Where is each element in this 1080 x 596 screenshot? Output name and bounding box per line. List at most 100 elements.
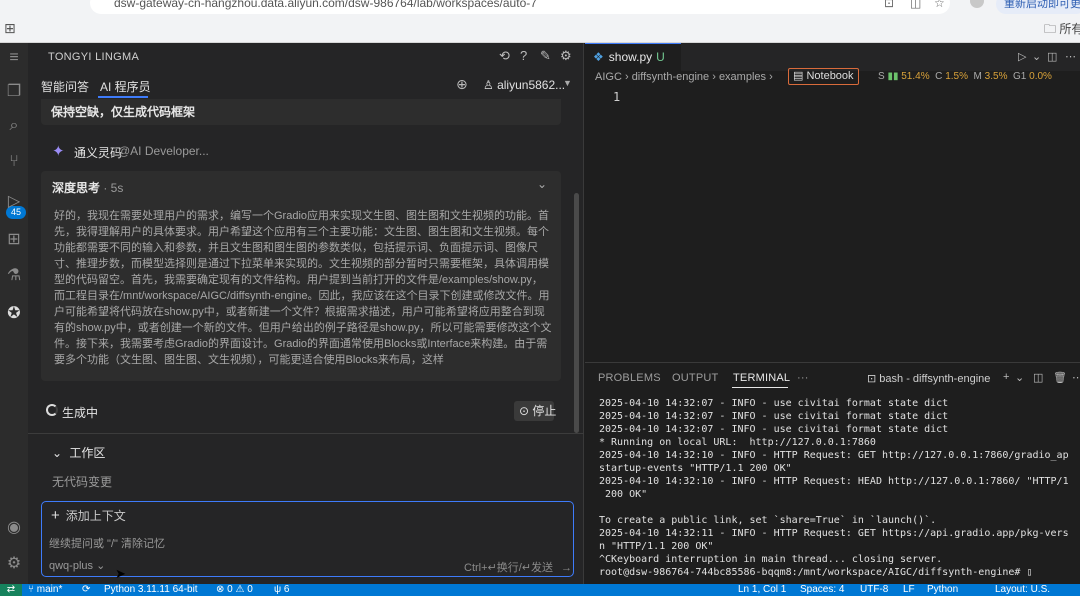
apps-grid-icon[interactable]: ⊞ [4,20,16,37]
settings-gear-icon[interactable]: ⚙ [0,553,28,573]
indentation[interactable]: Spaces: 4 [800,584,844,596]
add-context-button[interactable]: + 添加上下文 [51,507,126,524]
mouse-cursor-icon: ➤ [115,566,126,581]
run-icon[interactable]: ▷ [1018,50,1026,63]
panel-header: TONGYI LINGMA ⟲ ? ✎ ⚙ [28,43,584,71]
help-icon[interactable]: ? [520,48,527,63]
thinking-label: 深度思考 [52,181,101,195]
ports-count: 6 [283,584,290,595]
plus-icon: + [51,507,60,524]
chevron-down-icon[interactable]: ⌄ [1015,371,1024,384]
more-tabs-icon[interactable]: ··· [797,372,809,384]
tab-smart-qa[interactable]: 智能问答 [41,78,89,95]
add-context-label: 添加上下文 [65,509,126,523]
model-name: qwq-plus [49,560,94,572]
chevron-down-icon: ⌄ [52,446,66,460]
search-icon[interactable]: ⌕ [0,117,28,135]
tab-output[interactable]: OUTPUT [672,372,718,384]
source-control-icon[interactable]: ⑂ [0,153,28,171]
panel-title: TONGYI LINGMA [48,51,140,63]
python-interpreter[interactable]: Python 3.11.11 64-bit [104,584,198,596]
new-session-icon[interactable]: ⊕ [456,76,468,93]
cursor-position[interactable]: Ln 1, Col 1 [738,584,786,596]
tab-show-py[interactable]: ❖ show.py U [585,43,681,71]
address-bar[interactable]: dsw-gateway-cn-hangzhou.data.aliyun.com/… [90,0,950,14]
more-actions-icon[interactable]: ⋯ [1072,371,1080,384]
branch-indicator[interactable]: ⑂ main* [28,584,62,596]
new-terminal-plus-icon[interactable]: + [1003,371,1009,383]
star-icon[interactable]: ☆ [934,0,945,10]
trash-icon[interactable]: 🗑 [1053,371,1067,384]
lingma-logo-icon: ✦ [52,143,65,160]
translate-icon[interactable]: ⊡ [884,0,894,10]
more-actions-icon[interactable]: ⋯ [1065,50,1076,63]
notebook-button[interactable]: ▤ Notebook [788,68,859,85]
assistant-name: 通义灵码 [74,146,123,160]
ports-indicator[interactable]: ψ 6 [274,584,289,596]
stat-key: C [935,71,943,82]
loading-spinner-icon [46,404,58,416]
terminal-line: 2025-04-10 14:32:11 - INFO - HTTP Reques… [599,528,1069,539]
menu-icon[interactable]: ≡ [0,49,28,67]
workspace-section-toggle[interactable]: ⌄ 工作区 [52,444,105,461]
chevron-down-icon[interactable]: ⌄ [1032,50,1041,63]
user-account[interactable]: ♙ aliyun5862... [483,78,565,92]
notebook-icon: ▤ [793,70,807,82]
feedback-icon[interactable]: ✎ [540,48,551,64]
encoding[interactable]: UTF-8 [860,584,888,596]
tab-ai-developer[interactable]: AI 程序员 [100,78,151,95]
testing-flask-icon[interactable]: ⚗ [0,265,28,285]
explorer-icon[interactable]: ❐ [0,81,28,101]
breadcrumb-item[interactable]: AIGC [595,71,622,83]
previous-message: 保持空缺，仅生成代码框架 [41,99,561,125]
chat-scrollbar[interactable] [574,193,579,433]
tab-terminal[interactable]: TERMINAL [733,372,790,384]
problems-indicator[interactable]: ⊗ 0 ⚠ 0 [216,584,253,596]
stat-key: G1 [1013,71,1027,82]
all-bookmarks-folder[interactable]: 🗀 所有书签 [1044,20,1080,41]
stat-value: 3.5% [984,71,1008,82]
model-select[interactable]: qwq-plus ⌄ [49,559,105,572]
terminal-line: To create a public link, set `share=True… [599,515,937,526]
tab-problems[interactable]: PROBLEMS [598,372,661,384]
remote-indicator-icon[interactable]: ⇄ [0,584,22,596]
active-tab-indicator [732,387,788,388]
terminal-line: * Running on local URL: http://127.0.0.1… [599,437,876,448]
thinking-header[interactable]: 深度思考 · 5s [52,179,123,196]
folder-icon: 🗀 [1044,22,1060,36]
chat-input-placeholder[interactable]: 继续提问或 "/" 清除记忆 [49,535,165,551]
split-terminal-icon[interactable]: ◫ [1033,371,1043,384]
send-arrow-icon[interactable]: → [561,562,572,574]
breadcrumb: AIGC › diffsynth-engine › examples › [595,71,773,83]
terminal-session-select[interactable]: ⊡ bash - diffsynth-engine [867,372,990,385]
activity-bar: ≡ ❐ ⌕ ⑂ 45 ▷ ⊞ ⚗ ✪ ◉ ⚙ [0,43,28,584]
user-icon: ♙ [483,78,498,92]
end-of-line[interactable]: LF [903,584,915,596]
breadcrumb-item[interactable]: diffsynth-engine [632,71,709,83]
split-editor-icon[interactable]: ◫ [1047,50,1057,63]
language-mode[interactable]: Python [927,584,958,596]
extensions-icon[interactable]: ⊞ [0,229,28,249]
chevron-down-icon[interactable]: ⌄ [537,177,547,191]
terminal-output[interactable]: 2025-04-10 14:32:07 - INFO - use civitai… [599,397,1079,579]
tongyi-lingma-icon[interactable]: ✪ [0,303,28,323]
settings-icon[interactable]: ⚙ [560,48,572,64]
branch-name: main* [36,584,63,595]
chevron-down-icon[interactable]: ▼ [563,78,572,88]
run-debug-icon[interactable]: ▷ [0,191,28,211]
accounts-icon[interactable]: ◉ [0,517,28,537]
sync-icon[interactable]: ⟳ [82,584,90,596]
keyboard-layout[interactable]: Layout: U.S. [995,584,1050,596]
breadcrumb-item[interactable]: examples [719,71,766,83]
terminal-line: startup-events "HTTP/1.1 200 OK" [599,463,792,474]
bookmark-bar: ⊞ 🗀 所有书签 [0,16,1080,40]
extension-icon[interactable]: ◫ [910,0,921,10]
tab-label: show.py [608,50,653,64]
history-icon[interactable]: ⟲ [499,48,510,64]
stop-button[interactable]: ⊙ 停止 [514,401,556,421]
thinking-text: 好的，我现在需要处理用户的需求，编写一个Gradio应用来实现文生图、图生图和文… [54,210,552,366]
restart-to-update-button[interactable]: 重新启动即可更新 [996,0,1080,14]
profile-avatar[interactable] [970,0,984,8]
assistant-mention: @AI Developer... [118,144,209,158]
